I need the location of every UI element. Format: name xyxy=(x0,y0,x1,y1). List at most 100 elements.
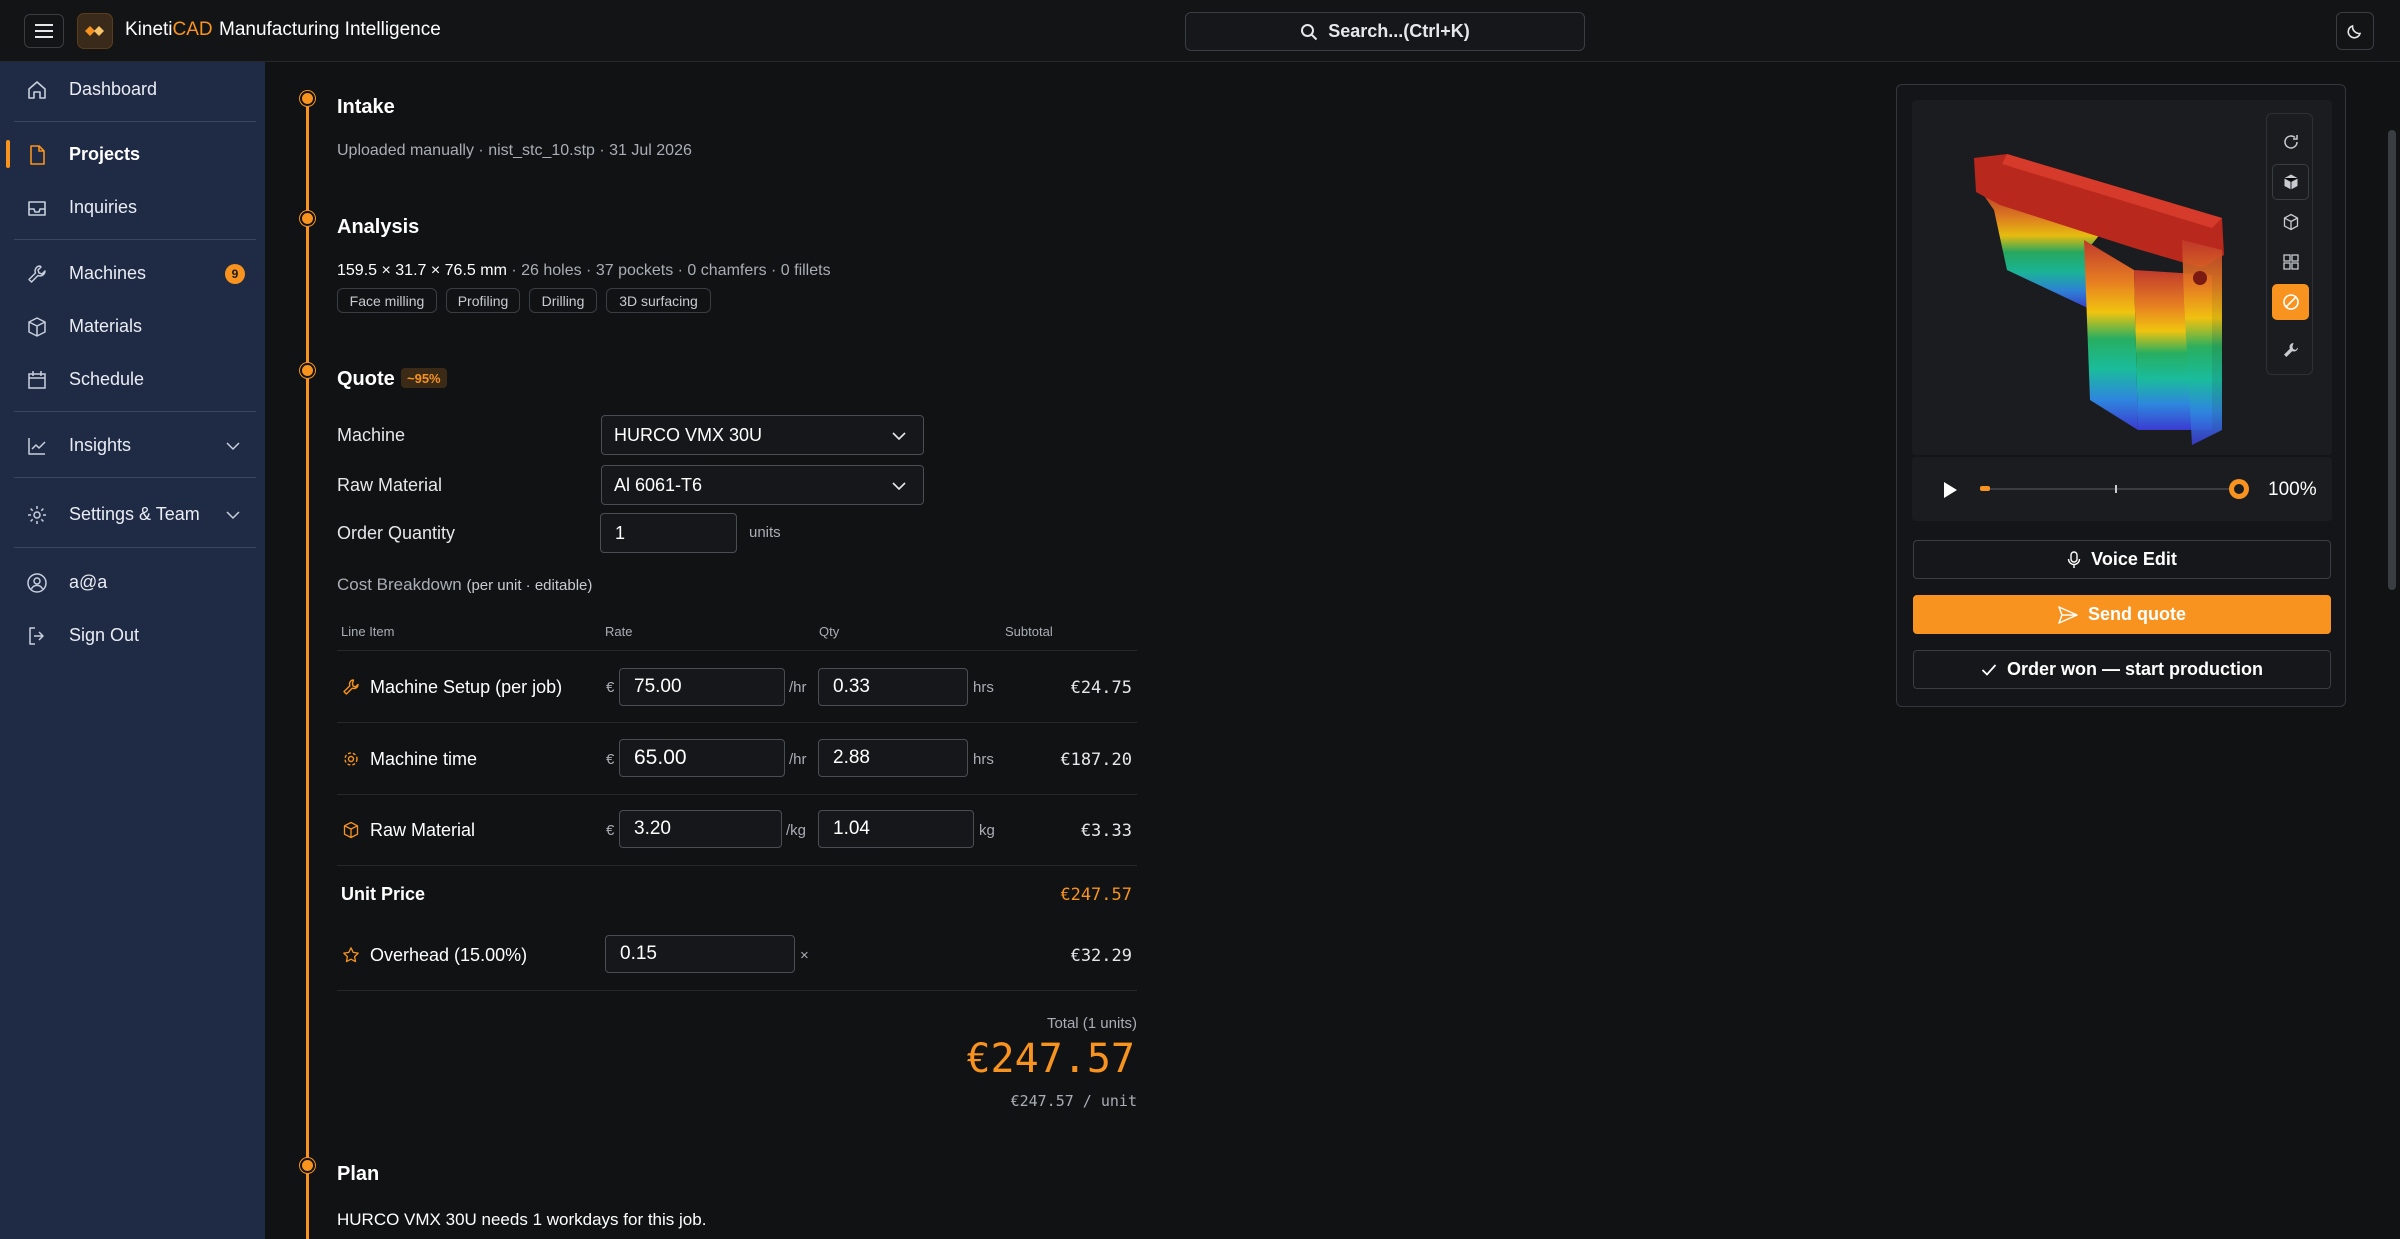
sidebar-item-schedule[interactable]: Schedule xyxy=(0,359,265,399)
raw-material-select[interactable]: Al 6061-T6 xyxy=(601,465,924,505)
global-search[interactable]: Search...(Ctrl+K) xyxy=(1185,12,1585,51)
brand-name: KinetiCAD xyxy=(125,19,213,40)
unit-price-value: €247.57 xyxy=(1060,885,1132,905)
sidebar: Dashboard Projects Inquiries Machines 9 … xyxy=(0,62,265,1239)
wrench-icon xyxy=(28,265,46,283)
chevron-down-icon xyxy=(226,442,240,451)
search-icon xyxy=(1301,23,1318,40)
analysis-summary: 159.5 × 31.7 × 76.5 mm · 26 holes · 37 p… xyxy=(337,262,831,280)
sidebar-item-insights[interactable]: Insights xyxy=(0,425,265,465)
sidebar-item-label: Dashboard xyxy=(69,79,158,99)
sidebar-item-label: Projects xyxy=(69,144,141,164)
order-quantity-label: Order Quantity xyxy=(337,523,456,543)
inbox-icon xyxy=(28,201,46,216)
order-won-label: Order won — start production xyxy=(2006,659,2263,679)
order-won-button[interactable]: Order won — start production xyxy=(1913,650,2331,689)
timeline-dot-analysis xyxy=(300,211,315,226)
sidebar-item-label: Sign Out xyxy=(69,625,140,645)
page-scrollbar[interactable] xyxy=(2388,130,2396,590)
cube-outline-icon xyxy=(2283,213,2298,231)
menu-icon xyxy=(35,24,53,38)
sidebar-item-materials[interactable]: Materials xyxy=(0,306,265,346)
sidebar-divider xyxy=(14,547,256,548)
app-logo[interactable] xyxy=(77,13,113,49)
machines-count-badge: 9 xyxy=(225,264,245,284)
sidebar-item-inquiries[interactable]: Inquiries xyxy=(0,187,265,227)
overhead-subtotal: €32.29 xyxy=(1070,946,1132,966)
total-label: Total (1 units) xyxy=(1046,1015,1137,1032)
intake-description: Uploaded manually · nist_stc_10.stp · 31… xyxy=(337,142,692,159)
simulation-playbar: 100% xyxy=(1912,457,2332,521)
star-icon xyxy=(343,947,359,963)
machine-time-rate-input[interactable]: 65.00 xyxy=(619,739,785,777)
rate-unit: /hr xyxy=(789,751,807,768)
cube-solid-icon xyxy=(2283,174,2298,190)
overhead-input[interactable]: 0.15 xyxy=(605,935,795,973)
column-header-subtotal: Subtotal xyxy=(1005,624,1053,639)
setup-rate-input[interactable]: 75.00 xyxy=(619,668,785,706)
sidebar-divider xyxy=(14,239,256,240)
analysis-title: Analysis xyxy=(337,216,420,238)
sidebar-item-settings[interactable]: Settings & Team xyxy=(0,494,265,534)
playback-handle[interactable] xyxy=(2227,477,2251,501)
part-dimensions: 159.5 × 31.7 × 76.5 mm xyxy=(337,262,507,279)
sidebar-item-account[interactable]: a@a xyxy=(0,562,265,602)
no-entry-icon xyxy=(2282,294,2299,310)
table-divider xyxy=(337,650,1137,651)
logo-icon xyxy=(85,26,104,36)
wireframe-view-button[interactable] xyxy=(2272,204,2309,240)
playback-track[interactable] xyxy=(1980,488,2236,490)
qty-unit: hrs xyxy=(973,679,994,696)
wrench-icon xyxy=(343,679,359,695)
column-header-line-item: Line Item xyxy=(341,624,395,639)
moon-icon xyxy=(2347,24,2362,39)
plan-title: Plan xyxy=(337,1163,380,1185)
chevron-down-icon xyxy=(226,511,240,520)
table-divider xyxy=(337,794,1137,795)
order-quantity-unit: units xyxy=(749,524,781,541)
sidebar-item-machines[interactable]: Machines 9 xyxy=(0,253,265,293)
sidebar-item-label: Machines xyxy=(69,263,147,283)
solid-view-button[interactable] xyxy=(2272,164,2309,200)
quote-title: Quote xyxy=(337,368,395,390)
grid-icon xyxy=(2282,254,2299,270)
box-icon xyxy=(343,821,359,839)
grid-view-button[interactable] xyxy=(2272,244,2309,280)
tool-settings-button[interactable] xyxy=(2272,332,2309,368)
play-icon[interactable] xyxy=(1942,481,1958,499)
sidebar-divider xyxy=(14,477,256,478)
raw-material-select-value: Al 6061-T6 xyxy=(614,474,703,495)
hamburger-menu-button[interactable] xyxy=(24,14,64,48)
currency-symbol: € xyxy=(606,751,615,768)
refresh-icon xyxy=(2283,135,2298,149)
chart-icon xyxy=(28,438,46,455)
machine-time-qty-input[interactable]: 2.88 xyxy=(818,739,968,777)
sidebar-item-projects[interactable]: Projects xyxy=(0,134,265,174)
currency-symbol: € xyxy=(606,679,615,696)
theme-toggle-button[interactable] xyxy=(2336,12,2374,50)
playback-marker xyxy=(2115,485,2117,493)
reset-view-button[interactable] xyxy=(2272,124,2309,160)
file-icon xyxy=(30,145,45,165)
line-item-label: Machine Setup (per job) xyxy=(370,677,563,697)
workflow-timeline xyxy=(306,98,309,1239)
material-rate-input[interactable]: 3.20 xyxy=(619,810,782,848)
sidebar-item-dashboard[interactable]: Dashboard xyxy=(0,69,265,109)
viewer-toolbar xyxy=(2266,113,2313,375)
send-quote-button[interactable]: Send quote xyxy=(1913,595,2331,634)
voice-edit-button[interactable]: Voice Edit xyxy=(1913,540,2331,579)
line-item-subtotal: €24.75 xyxy=(1070,678,1132,698)
machine-select[interactable]: HURCO VMX 30U xyxy=(601,415,924,455)
sidebar-item-label: Schedule xyxy=(69,369,145,389)
total-value: €247.57 xyxy=(966,1036,1135,1082)
send-quote-label: Send quote xyxy=(2088,604,2186,624)
heatmap-toggle-button[interactable] xyxy=(2272,284,2309,320)
sidebar-item-label: Insights xyxy=(69,435,132,455)
raw-material-label: Raw Material xyxy=(337,475,443,495)
check-icon xyxy=(1981,663,1997,676)
sidebar-item-sign-out[interactable]: Sign Out xyxy=(0,615,265,655)
setup-qty-input[interactable]: 0.33 xyxy=(818,668,968,706)
material-qty-input[interactable]: 1.04 xyxy=(818,810,974,848)
order-quantity-input[interactable]: 1 xyxy=(600,513,737,553)
line-item-label: Machine time xyxy=(370,749,478,769)
